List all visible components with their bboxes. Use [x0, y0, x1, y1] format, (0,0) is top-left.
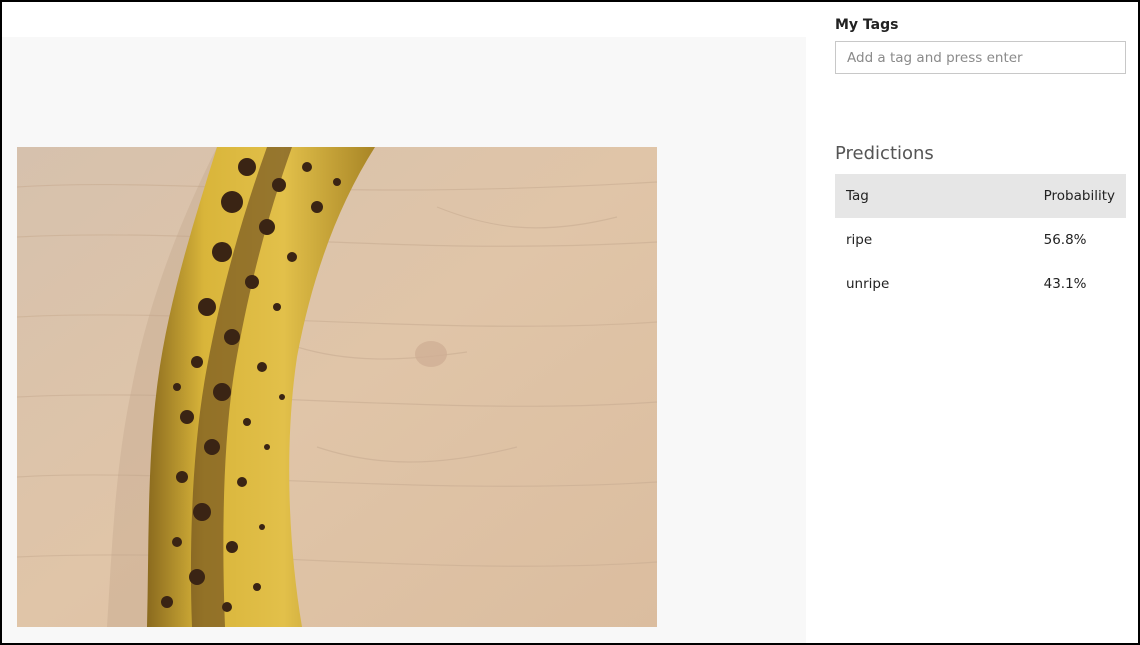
tag-column-header: Tag — [835, 174, 1033, 218]
prediction-row: ripe 56.8% — [835, 218, 1126, 262]
image-viewer-pane — [2, 37, 806, 643]
my-tags-label: My Tags — [835, 17, 899, 33]
add-tag-input[interactable] — [835, 41, 1126, 74]
predictions-header-row: Tag Probability — [835, 174, 1126, 218]
prediction-probability: 56.8% — [1043, 232, 1087, 248]
app-frame: My Tags Predictions Tag Probability ripe… — [0, 0, 1140, 645]
probability-column-header: Probability — [1032, 174, 1126, 218]
prediction-probability: 43.1% — [1043, 276, 1087, 292]
uploaded-photo — [17, 147, 657, 627]
predictions-table: Tag Probability ripe 56.8% unripe 43.1% — [835, 174, 1126, 306]
predictions-heading: Predictions — [835, 143, 934, 164]
prediction-tag: ripe — [846, 232, 873, 248]
prediction-tag: unripe — [846, 276, 890, 292]
banana-photo — [17, 147, 657, 627]
prediction-row: unripe 43.1% — [835, 262, 1126, 306]
